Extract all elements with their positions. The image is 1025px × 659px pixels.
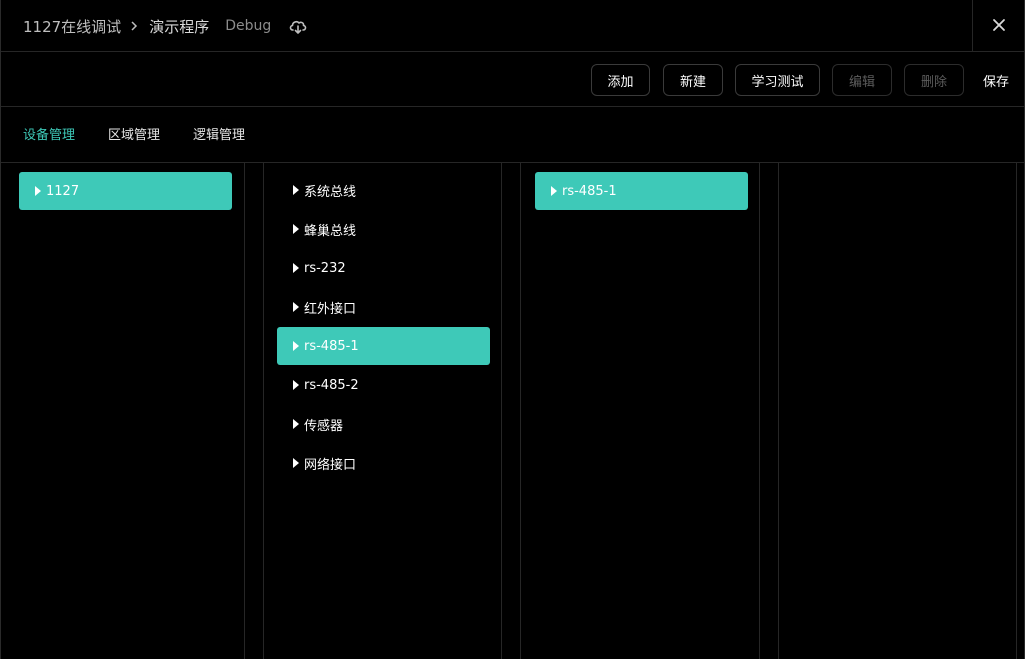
tree-item-label: 1127 xyxy=(46,183,80,199)
caret-right-icon xyxy=(293,263,299,273)
caret-right-icon xyxy=(293,185,299,195)
close-icon xyxy=(992,17,1006,36)
close-button[interactable] xyxy=(972,0,1024,52)
tree-item-hive-bus[interactable]: 蜂巢总线 xyxy=(277,210,490,248)
tree-item-rs-485-1-device[interactable]: rs-485-1 xyxy=(535,172,748,210)
tree-item-rs-485-2[interactable]: rs-485-2 xyxy=(277,366,490,404)
column-divider xyxy=(759,163,760,659)
tree-item-label: 传感器 xyxy=(304,418,344,434)
debug-window: 1127在线调试 演示程序 Debug 添加 新建 学习测试 编辑 删除 保存 xyxy=(0,0,1025,659)
caret-right-icon xyxy=(293,458,299,468)
delete-button[interactable]: 删除 xyxy=(904,64,964,96)
learn-test-button[interactable]: 学习测试 xyxy=(735,64,820,96)
caret-right-icon xyxy=(293,302,299,312)
device-tree-columns: 1127 系统总线 蜂巢总线 rs-232 红外接口 rs-485-1 rs-4… xyxy=(1,163,1024,659)
edit-button[interactable]: 编辑 xyxy=(832,64,892,96)
column-divider xyxy=(501,163,502,659)
tree-item-label: rs-485-2 xyxy=(304,377,359,393)
cloud-sync-icon[interactable] xyxy=(287,15,309,37)
caret-right-icon xyxy=(35,186,41,196)
column-divider xyxy=(244,163,245,659)
toolbar: 添加 新建 学习测试 编辑 删除 保存 xyxy=(1,52,1024,107)
tree-item-label: 蜂巢总线 xyxy=(304,223,357,239)
caret-right-icon xyxy=(293,419,299,429)
tree-item-rs-485-1[interactable]: rs-485-1 xyxy=(277,327,490,365)
interface-column: 系统总线 蜂巢总线 rs-232 红外接口 rs-485-1 rs-485-2 xyxy=(264,163,501,659)
tree-item-network[interactable]: 网络接口 xyxy=(277,444,490,482)
chevron-right-icon xyxy=(127,19,141,33)
tab-bar: 设备管理 区域管理 逻辑管理 xyxy=(1,107,1024,163)
tab-logic-management[interactable]: 逻辑管理 xyxy=(193,124,245,143)
add-button[interactable]: 添加 xyxy=(591,64,650,96)
column-divider xyxy=(1016,163,1017,659)
save-button[interactable]: 保存 xyxy=(983,64,1009,96)
tree-item-1127[interactable]: 1127 xyxy=(19,172,232,210)
tab-device-management[interactable]: 设备管理 xyxy=(23,124,75,143)
tree-item-label: 系统总线 xyxy=(304,184,357,200)
tree-item-rs-232[interactable]: rs-232 xyxy=(277,249,490,287)
breadcrumb-current: 演示程序 xyxy=(149,17,210,36)
caret-right-icon xyxy=(551,186,557,196)
title-bar: 1127在线调试 演示程序 Debug xyxy=(1,0,1024,52)
tree-item-label: rs-232 xyxy=(304,260,346,276)
breadcrumb: 1127在线调试 演示程序 Debug xyxy=(23,13,309,39)
tree-item-label: rs-485-1 xyxy=(304,338,359,354)
detail-column xyxy=(779,163,1016,659)
tree-item-label: rs-485-1 xyxy=(562,183,617,199)
tree-item-system-bus[interactable]: 系统总线 xyxy=(277,171,490,209)
new-button[interactable]: 新建 xyxy=(663,64,723,96)
tree-item-label: 红外接口 xyxy=(304,301,357,317)
environment-label: Debug xyxy=(225,18,272,34)
caret-right-icon xyxy=(293,224,299,234)
tab-area-management[interactable]: 区域管理 xyxy=(108,124,160,143)
tree-item-infrared[interactable]: 红外接口 xyxy=(277,288,490,326)
controller-column: 1127 xyxy=(1,163,244,659)
tree-item-sensor[interactable]: 传感器 xyxy=(277,405,490,443)
caret-right-icon xyxy=(293,341,299,351)
tree-item-label: 网络接口 xyxy=(304,457,357,473)
breadcrumb-root[interactable]: 1127在线调试 xyxy=(23,16,121,37)
device-column: rs-485-1 xyxy=(521,163,759,659)
caret-right-icon xyxy=(293,380,299,390)
